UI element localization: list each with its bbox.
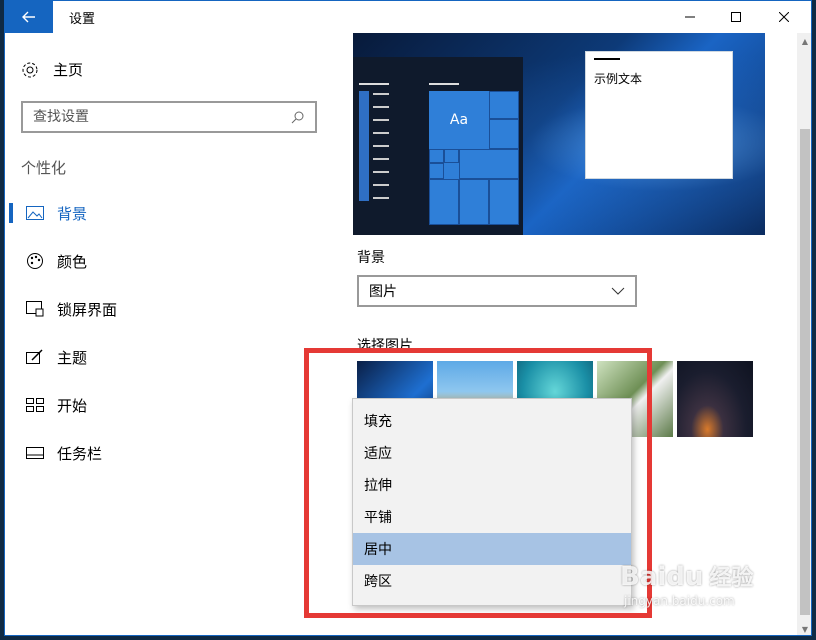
minimize-icon — [685, 16, 695, 18]
home-label: 主页 — [53, 61, 84, 79]
sidebar-item-themes[interactable]: 主题 — [5, 339, 331, 375]
maximize-button[interactable] — [713, 1, 759, 33]
sidebar-item-label: 颜色 — [57, 252, 88, 271]
section-title: 个性化 — [21, 159, 67, 177]
window-title: 设置 — [69, 12, 96, 27]
title-bar: 设置 — [5, 1, 811, 33]
search-icon — [291, 111, 304, 124]
background-select-value: 图片 — [369, 284, 397, 300]
sidebar-item-lock-screen[interactable]: 锁屏界面 — [5, 291, 331, 327]
sidebar-item-label: 主题 — [57, 348, 88, 367]
sidebar-item-colors[interactable]: 颜色 — [5, 243, 331, 279]
image-icon — [25, 206, 45, 220]
start-icon — [25, 398, 45, 412]
scroll-up-icon[interactable]: ▲ — [797, 33, 811, 49]
preview-tile-text: Aa — [449, 112, 469, 128]
sidebar-item-background[interactable]: 背景 — [5, 195, 331, 231]
sample-text: 示例文本 — [594, 72, 643, 86]
taskbar-icon — [25, 447, 45, 459]
palette-icon — [25, 252, 45, 270]
background-label: 背景 — [357, 250, 385, 266]
background-select[interactable]: 图片 — [357, 275, 637, 307]
search-input[interactable] — [33, 109, 291, 125]
back-button[interactable] — [5, 1, 53, 33]
theme-icon — [25, 349, 45, 365]
scroll-down-icon[interactable]: ▼ — [797, 621, 811, 635]
scrollbar[interactable]: ▲ ▼ — [797, 33, 811, 635]
sidebar-item-start[interactable]: 开始 — [5, 387, 331, 423]
annotation-highlight-box — [304, 348, 652, 618]
search-box[interactable] — [21, 101, 317, 133]
sidebar-item-label: 开始 — [57, 396, 88, 415]
sidebar-item-taskbar[interactable]: 任务栏 — [5, 435, 331, 471]
chevron-down-icon — [611, 287, 625, 295]
picture-thumbnail[interactable] — [677, 361, 753, 437]
sidebar-item-label: 背景 — [57, 204, 88, 223]
home-item[interactable]: 主页 — [21, 59, 83, 80]
watermark-logo: Baidu 经验 jingyan.baidu.com — [620, 562, 754, 608]
sidebar: 主页 个性化 背景 颜色 锁屏界面 主题 开始 任务栏 — [5, 33, 331, 635]
lock-screen-icon — [25, 301, 45, 317]
background-preview: Aa 示例文本 — [353, 33, 765, 235]
gear-icon — [22, 62, 38, 77]
maximize-icon — [731, 12, 741, 22]
close-button[interactable] — [761, 1, 807, 33]
sidebar-item-label: 任务栏 — [57, 444, 103, 463]
preview-sample-window: 示例文本 — [585, 51, 733, 179]
back-arrow-icon — [22, 11, 35, 23]
close-icon — [779, 12, 789, 22]
sidebar-item-label: 锁屏界面 — [57, 300, 118, 319]
minimize-button[interactable] — [667, 1, 713, 33]
preview-start-menu: Aa — [353, 57, 523, 235]
scrollbar-thumb[interactable] — [800, 129, 810, 615]
